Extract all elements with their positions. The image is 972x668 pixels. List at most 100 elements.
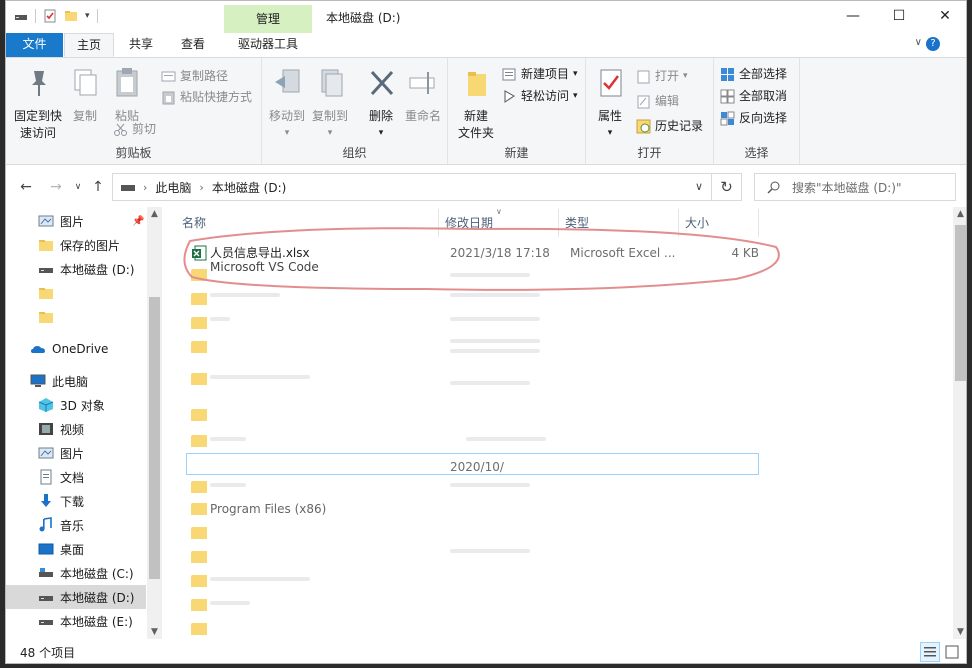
paste-button[interactable]: 粘贴: [110, 66, 144, 125]
select-none-button[interactable]: 全部取消: [720, 86, 787, 106]
maximize-button[interactable]: ☐: [876, 1, 922, 31]
file-list-scrollbar[interactable]: ▲ ▼: [953, 207, 966, 639]
table-row[interactable]: [176, 545, 766, 569]
tab-file[interactable]: 文件: [6, 33, 63, 57]
nav-item-drive-d-quick[interactable]: 本地磁盘 (D:): [6, 257, 146, 281]
large-icons-view-button[interactable]: [942, 642, 962, 662]
nav-item-onedrive[interactable]: OneDrive: [6, 337, 146, 361]
new-folder-button[interactable]: 新建 文件夹: [454, 66, 498, 142]
tab-drive-tools[interactable]: 驱动器工具: [224, 33, 312, 57]
nav-item-music[interactable]: 音乐: [6, 513, 146, 537]
edit-button[interactable]: 编辑: [636, 91, 679, 111]
customize-toolbar-icon[interactable]: ▾: [85, 11, 90, 21]
table-row[interactable]: [176, 521, 766, 545]
table-row[interactable]: [176, 569, 766, 593]
copy-to-button[interactable]: 复制到 ▾: [310, 66, 350, 142]
nav-item-label: 本地磁盘 (E:): [60, 614, 133, 629]
open-button[interactable]: 打开 ▾: [636, 66, 688, 86]
nav-item-videos[interactable]: 视频: [6, 417, 146, 441]
tab-home[interactable]: 主页: [64, 33, 114, 57]
search-box[interactable]: 搜索"本地磁盘 (D:)": [754, 173, 956, 201]
nav-item-drive-c[interactable]: 本地磁盘 (C:): [6, 561, 146, 585]
rename-button[interactable]: 重命名: [402, 66, 444, 125]
nav-item-downloads[interactable]: 下载: [6, 489, 146, 513]
delete-button[interactable]: 删除 ▾: [366, 66, 396, 142]
nav-pane-scrollbar[interactable]: ▲ ▼: [147, 207, 162, 639]
properties-icon[interactable]: [43, 9, 57, 23]
invert-selection-button[interactable]: 反向选择: [720, 108, 787, 128]
recent-locations-button[interactable]: ∨: [68, 177, 88, 197]
nav-scroll-thumb[interactable]: [149, 297, 160, 579]
drive-icon[interactable]: [14, 9, 28, 23]
tab-view[interactable]: 查看: [168, 33, 218, 57]
select-all-button[interactable]: 全部选择: [720, 64, 787, 84]
move-to-button[interactable]: 移动到 ▾: [268, 66, 306, 142]
address-dropdown-icon[interactable]: ∨: [695, 180, 703, 193]
table-row[interactable]: [176, 593, 766, 617]
pin-icon[interactable]: 📌: [132, 216, 144, 227]
documents-icon: [40, 469, 52, 485]
nav-item-this-pc[interactable]: 此电脑: [6, 369, 146, 393]
scroll-down-arrow-icon[interactable]: ▼: [147, 627, 162, 637]
copy-button[interactable]: 复制: [68, 66, 102, 125]
table-row[interactable]: 2020/10/: [176, 453, 766, 477]
scroll-down-arrow-icon[interactable]: ▼: [953, 627, 966, 637]
clipboard-group: 固定到快 速访问 复制 粘贴 复制路径 粘贴快捷方式 剪切 剪贴板: [6, 58, 262, 164]
table-row[interactable]: Program Files (x86): [176, 497, 766, 521]
nav-item-drive-e[interactable]: 本地磁盘 (E:): [6, 609, 146, 633]
minimize-button[interactable]: —: [830, 1, 876, 31]
nav-item-drive-d[interactable]: 本地磁盘 (D:): [6, 585, 146, 609]
nav-item-3d-objects[interactable]: 3D 对象: [6, 393, 146, 417]
easy-access-button[interactable]: 轻松访问 ▾: [502, 86, 578, 106]
nav-item-folder[interactable]: [6, 281, 146, 305]
nav-item-label: 本地磁盘 (C:): [60, 566, 134, 581]
table-row[interactable]: [176, 617, 766, 641]
pin-to-quick-access-button[interactable]: 固定到快 速访问: [12, 66, 64, 142]
cut-label: 剪切: [132, 122, 157, 136]
nav-item-documents[interactable]: 文档: [6, 465, 146, 489]
new-folder-icon[interactable]: [64, 9, 78, 23]
back-button[interactable]: ←: [16, 177, 36, 197]
cut-button[interactable]: 剪切: [113, 119, 156, 139]
history-button[interactable]: 历史记录: [636, 116, 703, 136]
details-view-button[interactable]: [920, 642, 940, 662]
tab-manage[interactable]: 管理: [224, 5, 312, 33]
ribbon-collapse-icon[interactable]: ∨: [915, 37, 922, 48]
nav-item-desktop[interactable]: 桌面: [6, 537, 146, 561]
folder-icon: [191, 503, 207, 515]
copy-path-button[interactable]: 复制路径: [161, 66, 228, 86]
close-button[interactable]: ✕: [922, 1, 966, 31]
table-row[interactable]: [176, 311, 766, 335]
nav-item-pictures-pinned[interactable]: 图片 📌: [6, 209, 146, 233]
invert-selection-label: 反向选择: [739, 111, 788, 125]
scissors-icon: [114, 123, 127, 136]
new-group: 新建 文件夹 新建项目 ▾ 轻松访问 ▾ 新建: [448, 58, 586, 164]
table-row[interactable]: [176, 403, 766, 427]
table-row[interactable]: [176, 335, 766, 359]
folder-icon: [191, 341, 207, 353]
scroll-up-arrow-icon[interactable]: ▲: [953, 209, 966, 219]
nav-item-pictures[interactable]: 图片: [6, 441, 146, 465]
new-item-button[interactable]: 新建项目 ▾: [502, 64, 578, 84]
obscured-text: [450, 549, 530, 553]
forward-button[interactable]: →: [46, 177, 66, 197]
help-icon[interactable]: ?: [926, 37, 940, 51]
refresh-button[interactable]: ↻: [712, 173, 742, 201]
table-row[interactable]: [176, 429, 766, 453]
address-bar[interactable]: › 此电脑 › 本地磁盘 (D:) ∨: [112, 173, 712, 201]
table-row[interactable]: [176, 367, 766, 391]
file-list-scroll-thumb[interactable]: [955, 225, 966, 381]
table-row[interactable]: [176, 475, 766, 499]
nav-item-saved-pictures[interactable]: 保存的图片: [6, 233, 146, 257]
scroll-up-arrow-icon[interactable]: ▲: [147, 209, 162, 219]
history-label: 历史记录: [655, 119, 704, 133]
breadcrumb-this-pc[interactable]: 此电脑: [155, 179, 191, 196]
tab-share[interactable]: 共享: [116, 33, 166, 57]
nav-item-folder[interactable]: [6, 305, 146, 329]
red-annotation-ellipse: [183, 227, 780, 291]
up-button[interactable]: ↑: [88, 177, 108, 197]
breadcrumb-drive-d[interactable]: 本地磁盘 (D:): [212, 179, 286, 196]
easy-access-dropdown-icon: ▾: [573, 91, 578, 101]
properties-button[interactable]: 属性 ▾: [594, 66, 626, 142]
paste-shortcut-button[interactable]: 粘贴快捷方式: [161, 87, 252, 107]
